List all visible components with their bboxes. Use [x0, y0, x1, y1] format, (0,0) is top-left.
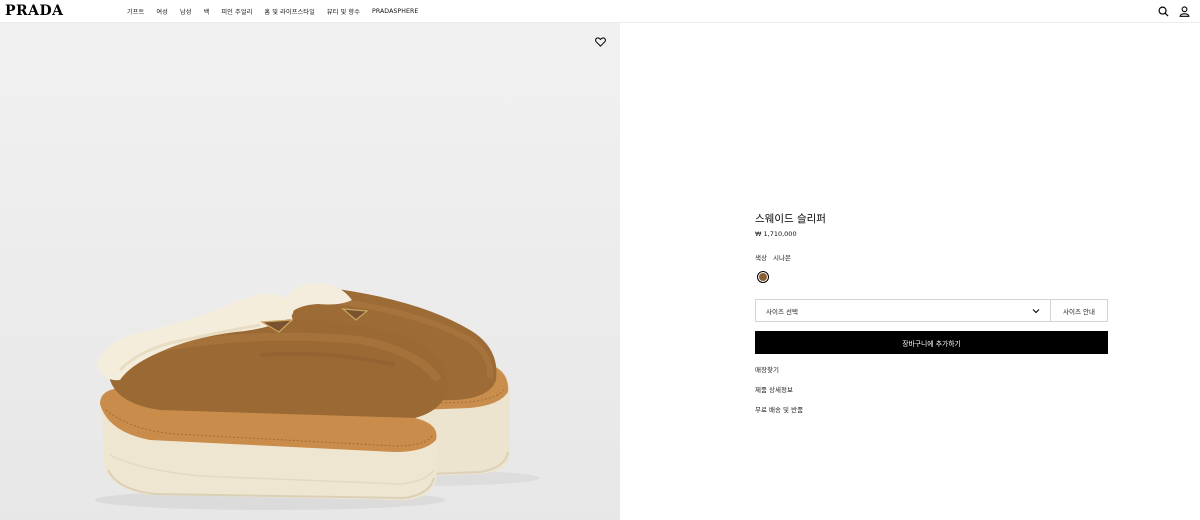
color-value: 시나몬: [772, 254, 791, 262]
nav-item-jewelry[interactable]: 피인 주얼리: [221, 7, 252, 16]
nav-item-home-lifestyle[interactable]: 홈 및 라이프스타일: [264, 7, 314, 16]
add-to-cart-button[interactable]: 장바구니에 추가하기: [755, 331, 1108, 354]
nav-item-men[interactable]: 남성: [180, 7, 192, 16]
search-icon[interactable]: [1157, 5, 1170, 18]
nav-item-pradasphere[interactable]: PRADASPHERE: [372, 8, 418, 15]
product-image: [95, 282, 540, 510]
color-swatch-cinnamon[interactable]: [757, 271, 769, 283]
product-image-panel[interactable]: [0, 23, 620, 520]
nav-item-gift[interactable]: 기프트: [127, 7, 144, 16]
swatch-fill: [759, 273, 767, 281]
shipping-returns-link[interactable]: 무료 배송 및 반품: [755, 404, 803, 414]
size-select[interactable]: 사이즈 선택: [755, 299, 1051, 322]
product-details-link[interactable]: 제품 상세정보: [755, 384, 793, 394]
product-title: 스웨이드 슬리퍼: [755, 213, 826, 225]
heart-icon[interactable]: [594, 36, 606, 48]
color-label: 색상: [755, 254, 767, 262]
store-locator-link[interactable]: 매장찾기: [755, 364, 779, 374]
user-icon[interactable]: [1178, 5, 1191, 18]
size-select-label: 사이즈 선택: [766, 307, 798, 316]
nav-item-beauty[interactable]: 뷰티 및 향수: [327, 7, 360, 16]
product-price: ₩ 1,710,000: [755, 230, 797, 238]
site-header: PRADA 기프트 여성 남성 백 피인 주얼리 홈 및 라이프스타일 뷰티 및…: [0, 0, 1200, 23]
size-guide-button[interactable]: 사이즈 안내: [1051, 299, 1108, 322]
chevron-down-icon: [1032, 309, 1040, 314]
prada-logo[interactable]: PRADA: [5, 2, 64, 20]
main-nav: 기프트 여성 남성 백 피인 주얼리 홈 및 라이프스타일 뷰티 및 향수 PR…: [127, 0, 430, 23]
color-info: 색상 시나몬: [755, 252, 791, 262]
nav-item-women[interactable]: 여성: [156, 7, 168, 16]
nav-item-bags[interactable]: 백: [204, 7, 210, 16]
